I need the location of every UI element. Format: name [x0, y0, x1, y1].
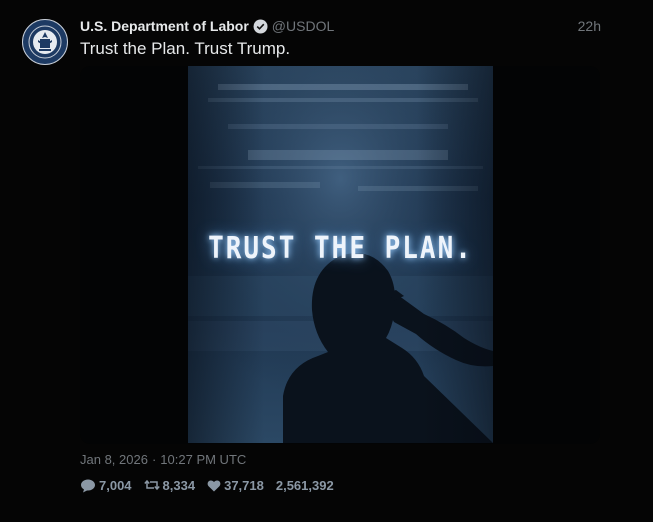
retweet-icon — [143, 479, 160, 491]
reply-button[interactable]: 7,004 — [80, 478, 132, 493]
media-image[interactable]: TRUST THE PLAN. — [188, 66, 493, 443]
tweet-card[interactable]: U.S. Department of Labor @USDOL 22h Trus… — [0, 0, 653, 522]
verified-badge-icon — [253, 19, 268, 34]
separator: · — [151, 452, 157, 467]
like-button[interactable]: 37,718 — [207, 478, 264, 493]
action-bar: 7,004 8,334 37,718 2,561,392 — [80, 476, 346, 494]
tweet-timestamp[interactable]: Jan 8, 2026 · 10:27 PM UTC — [80, 452, 246, 467]
display-name[interactable]: U.S. Department of Labor — [80, 18, 249, 34]
views-stat[interactable]: 2,561,392 — [276, 478, 334, 493]
department-of-labor-seal-icon — [24, 21, 66, 63]
avatar[interactable] — [22, 19, 68, 65]
reply-icon — [81, 479, 95, 492]
handle[interactable]: @USDOL — [272, 18, 334, 34]
tweet-header: U.S. Department of Labor @USDOL — [80, 16, 334, 36]
tweet-time: 10:27 PM UTC — [160, 452, 247, 467]
like-count: 37,718 — [224, 477, 264, 493]
relative-timestamp[interactable]: 22h — [578, 18, 601, 34]
poster-headline: TRUST THE PLAN. — [208, 231, 473, 267]
reply-count: 7,004 — [99, 477, 132, 493]
tweet-date: Jan 8, 2026 — [80, 452, 148, 467]
tweet-text: Trust the Plan. Trust Trump. — [80, 39, 291, 58]
view-count: 2,561,392 — [275, 477, 334, 493]
heart-icon — [207, 479, 221, 491]
retweet-button[interactable]: 8,334 — [143, 477, 196, 493]
retweet-count: 8,334 — [162, 477, 196, 493]
